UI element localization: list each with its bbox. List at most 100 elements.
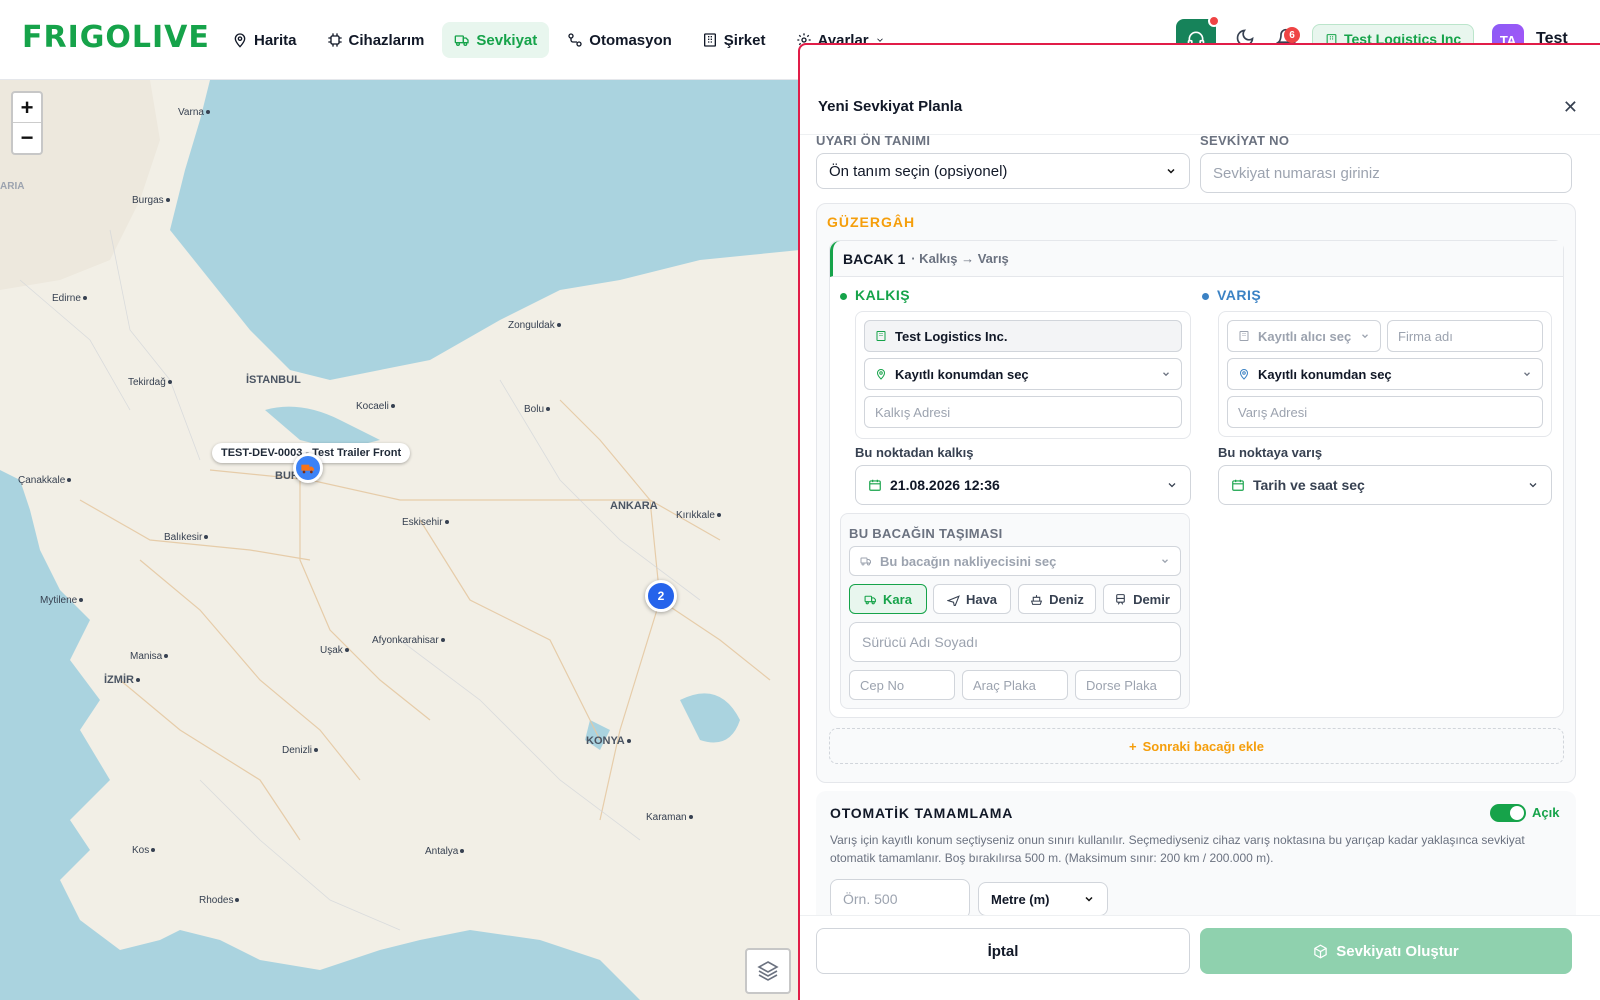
departure-datetime[interactable]: 21.08.2026 12:36 xyxy=(855,465,1191,505)
receiver-select[interactable]: Kayıtlı alıcı seç xyxy=(1227,320,1381,352)
city-label: Antalya xyxy=(425,846,465,857)
mode-deniz-button[interactable]: Deniz xyxy=(1018,584,1096,614)
city-label: ANKARA xyxy=(610,500,658,512)
toggle-label: Açık xyxy=(1532,805,1560,820)
carrier-select[interactable]: Bu bacağın nakliyecisini seç xyxy=(849,546,1181,576)
panel-footer: İptal Sevkiyatı Oluştur xyxy=(800,915,1600,1000)
route-title: GÜZERGÂH xyxy=(827,214,916,230)
destination-address-input[interactable]: Varış Adresi xyxy=(1227,396,1543,428)
new-shipment-panel: Yeni Sevkiyat Planla ✕ UYARI ÖN TANIMI Ö… xyxy=(798,43,1600,1000)
mode-kara-button[interactable]: Kara xyxy=(849,584,927,614)
radius-input[interactable]: Örn. 500 xyxy=(830,879,970,919)
city-label: Varna xyxy=(178,107,210,118)
map-background xyxy=(0,80,800,1000)
auto-complete-description: Varış için kayıtlı konum seçtiyseniz onu… xyxy=(830,833,1525,865)
cancel-button[interactable]: İptal xyxy=(816,928,1190,974)
departure-label: Bu noktadan kalkış xyxy=(855,445,974,460)
shipment-no-input[interactable]: Sevkiyat numarası giriniz xyxy=(1200,153,1572,193)
layers-button[interactable] xyxy=(745,948,791,994)
destination-title: VARIŞ xyxy=(1202,287,1261,303)
calendar-icon xyxy=(1232,479,1244,491)
city-label: Balıkesir xyxy=(164,532,209,543)
frigolive-logo[interactable]: FRIGOLIVE xyxy=(22,20,210,55)
zoom-control: + − xyxy=(11,91,43,155)
city-label: Kos xyxy=(132,845,156,856)
main-nav: Harita Cihazlarım Sevkiyat Otomasyon Şir… xyxy=(220,22,897,58)
zoom-out-button[interactable]: − xyxy=(13,123,41,153)
city-label: Tekirdağ xyxy=(128,377,172,388)
notification-badge: 6 xyxy=(1284,27,1300,43)
transport-title: BU BACAĞIN TAŞIMASI xyxy=(849,526,1003,541)
chevron-down-icon xyxy=(1163,372,1169,377)
device-marker[interactable] xyxy=(293,453,323,483)
driver-name-input[interactable]: Sürücü Adı Soyadı xyxy=(849,622,1181,662)
auto-complete-title: OTOMATİK TAMAMLAMA xyxy=(830,805,1014,821)
city-label: Rhodes xyxy=(199,895,240,906)
city-label: Mytilene xyxy=(40,595,84,606)
nav-item-sirket[interactable]: Şirket xyxy=(690,22,778,58)
company-name-input[interactable]: Firma adı xyxy=(1387,320,1543,352)
nav-item-otomasyon[interactable]: Otomasyon xyxy=(555,22,684,58)
preset-value: Ön tanım seçin (opsiyonel) xyxy=(829,162,1008,180)
origin-location-select[interactable]: Kayıtlı konumdan seç xyxy=(864,358,1182,390)
chevron-down-icon xyxy=(1162,559,1168,564)
map-pin-icon xyxy=(876,369,886,380)
leg-subtitle: · Kalkış → Varış xyxy=(911,251,1009,266)
train-icon xyxy=(1116,593,1125,605)
mode-demir-button[interactable]: Demir xyxy=(1103,584,1181,614)
auto-complete-toggle[interactable] xyxy=(1490,804,1526,822)
ship-icon xyxy=(1031,594,1043,605)
building-icon xyxy=(703,33,716,47)
trailer-plate-input[interactable]: Dorse Plaka xyxy=(1075,670,1181,700)
origin-title: KALKIŞ xyxy=(840,287,910,303)
package-icon xyxy=(1314,944,1327,958)
logo-text: FRIGOLIVE xyxy=(22,20,210,55)
map-pin-icon xyxy=(234,33,246,48)
shipment-no-label: SEVKİYAT NO xyxy=(1200,133,1290,148)
destination-location-select[interactable]: Kayıtlı konumdan seç xyxy=(1227,358,1543,390)
plus-icon: + xyxy=(1129,738,1137,754)
plane-icon xyxy=(946,594,960,606)
nav-item-sevkiyat[interactable]: Sevkiyat xyxy=(442,22,550,58)
zoom-in-button[interactable]: + xyxy=(13,93,41,123)
chevron-down-icon xyxy=(1168,483,1176,488)
layers-icon xyxy=(757,961,779,981)
phone-input[interactable]: Cep No xyxy=(849,670,955,700)
create-shipment-button[interactable]: Sevkiyatı Oluştur xyxy=(1200,928,1572,974)
nav-item-cihazlarim[interactable]: Cihazlarım xyxy=(315,22,437,58)
panel-title: Yeni Sevkiyat Planla xyxy=(818,98,963,115)
truck-icon xyxy=(864,595,876,604)
chevron-down-icon xyxy=(1362,334,1368,339)
building-icon xyxy=(876,331,886,341)
support-status-dot xyxy=(1208,15,1220,27)
city-label: Denizli xyxy=(282,745,319,756)
workflow-icon xyxy=(568,33,582,47)
city-label: ARIA xyxy=(0,181,25,192)
map-pin-icon xyxy=(1239,369,1249,380)
city-label: Eskisehir xyxy=(402,517,449,528)
city-label: Çanakkale xyxy=(18,475,72,486)
arrival-label: Bu noktaya varış xyxy=(1218,445,1323,460)
device-cluster[interactable]: 2 xyxy=(645,580,677,612)
chevron-down-icon xyxy=(1529,483,1537,488)
city-label: Manisa xyxy=(130,651,169,662)
calendar-icon xyxy=(869,479,881,491)
add-leg-button[interactable]: + Sonraki bacağı ekle xyxy=(829,728,1564,764)
nav-item-harita[interactable]: Harita xyxy=(220,22,309,58)
city-label: Bolu xyxy=(524,404,551,415)
map-view[interactable]: + − Varna ARIA Burgas Edirne Zonguldak T… xyxy=(0,80,800,1000)
vehicle-plate-input[interactable]: Araç Plaka xyxy=(962,670,1068,700)
close-icon[interactable]: ✕ xyxy=(1563,97,1578,118)
city-label: Uşak xyxy=(320,645,349,656)
city-label: Kocaeli xyxy=(356,401,395,412)
unit-select[interactable]: Metre (m) xyxy=(978,882,1108,916)
origin-company: Test Logistics Inc. xyxy=(864,320,1182,352)
shipment-no-placeholder: Sevkiyat numarası giriniz xyxy=(1213,164,1380,182)
mode-hava-button[interactable]: Hava xyxy=(933,584,1011,614)
preset-label: UYARI ÖN TANIMI xyxy=(816,133,931,148)
panel-header: Yeni Sevkiyat Planla ✕ xyxy=(800,45,1600,135)
arrival-datetime[interactable]: Tarih ve saat seç xyxy=(1218,465,1552,505)
preset-select[interactable]: Ön tanım seçin (opsiyonel) xyxy=(816,153,1190,189)
origin-address-input[interactable]: Kalkış Adresi xyxy=(864,396,1182,428)
nav-label: Sevkiyat xyxy=(476,31,538,49)
